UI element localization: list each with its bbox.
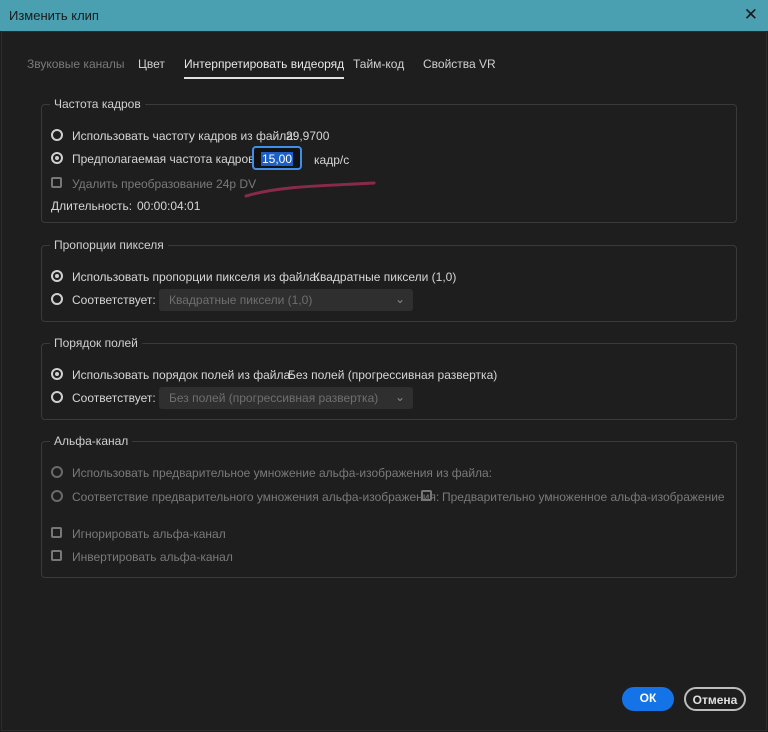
pixel-aspect-select: Квадратные пиксели (1,0) ⌄: [159, 289, 413, 311]
duration-label: Длительность:: [51, 199, 133, 213]
close-icon[interactable]: ✕: [744, 5, 758, 25]
file-frame-rate-value: 29,9700: [286, 129, 330, 143]
conform-alpha-radio: [51, 490, 63, 502]
use-file-pixel-radio[interactable]: [51, 270, 63, 282]
group-legend: Альфа-канал: [50, 434, 133, 448]
use-file-frame-rate-radio[interactable]: [51, 129, 63, 141]
conform-fields-radio[interactable]: [51, 391, 63, 403]
use-file-frame-rate-label: Использовать частоту кадров из файла:: [72, 129, 297, 143]
ignore-alpha-checkbox[interactable]: [51, 527, 62, 538]
file-fields-value: Без полей (прогрессивная развертка): [288, 368, 498, 382]
group-legend: Частота кадров: [50, 97, 145, 111]
group-legend: Пропорции пикселя: [50, 238, 168, 252]
title-bar: Изменить клип ✕: [0, 0, 768, 31]
use-file-alpha-label: Использовать предварительное умножение а…: [72, 466, 493, 480]
conform-pixel-label: Соответствует:: [72, 293, 156, 307]
use-file-pixel-label: Использовать пропорции пикселя из файла:: [72, 270, 320, 284]
remove-24p-label: Удалить преобразование 24p DV: [72, 177, 257, 191]
use-file-fields-label: Использовать порядок полей из файла:: [72, 368, 294, 382]
frame-rate-input[interactable]: 15,00: [252, 146, 302, 170]
window-title: Изменить клип: [9, 8, 99, 23]
duration-value: 00:00:04:01: [137, 199, 201, 213]
tab-vr-properties[interactable]: Свойства VR: [423, 57, 496, 71]
use-file-alpha-radio: [51, 466, 63, 478]
cancel-button[interactable]: Отмена: [684, 687, 746, 711]
field-order-select: Без полей (прогрессивная развертка) ⌄: [159, 387, 413, 409]
conform-fields-label: Соответствует:: [72, 391, 156, 405]
invert-alpha-label: Инвертировать альфа-канал: [72, 550, 233, 564]
tab-audio-channels: Звуковые каналы: [27, 57, 125, 71]
tab-interpret-footage[interactable]: Интерпретировать видеоряд: [184, 57, 345, 79]
group-legend: Порядок полей: [50, 336, 142, 350]
tab-timecode[interactable]: Тайм-код: [353, 57, 404, 71]
remove-24p-checkbox: [51, 177, 62, 188]
conform-alpha-label: Соответствие предварительного умножения …: [72, 490, 440, 504]
use-file-fields-radio[interactable]: [51, 368, 63, 380]
fps-unit: кадр/с: [314, 153, 350, 167]
ignore-alpha-label: Игнорировать альфа-канал: [72, 527, 226, 541]
tab-color[interactable]: Цвет: [138, 57, 165, 71]
frame-rate-value: 15,00: [261, 152, 294, 166]
premultiplied-label: Предварительно умноженное альфа-изображе…: [442, 490, 725, 504]
premultiplied-checkbox: [421, 490, 432, 501]
assume-frame-rate-radio[interactable]: [51, 152, 63, 164]
chevron-down-icon: ⌄: [394, 292, 405, 306]
select-value: Без полей (прогрессивная развертка): [169, 391, 379, 405]
conform-pixel-radio[interactable]: [51, 293, 63, 305]
select-value: Квадратные пиксели (1,0): [169, 293, 313, 307]
chevron-down-icon: ⌄: [394, 390, 405, 404]
ok-button[interactable]: ОК: [622, 687, 674, 711]
annotation-stroke: [244, 181, 376, 198]
file-pixel-value: Квадратные пиксели (1,0): [313, 270, 457, 284]
invert-alpha-checkbox[interactable]: [51, 550, 62, 561]
assume-frame-rate-label: Предполагаемая частота кадров:: [72, 152, 258, 166]
